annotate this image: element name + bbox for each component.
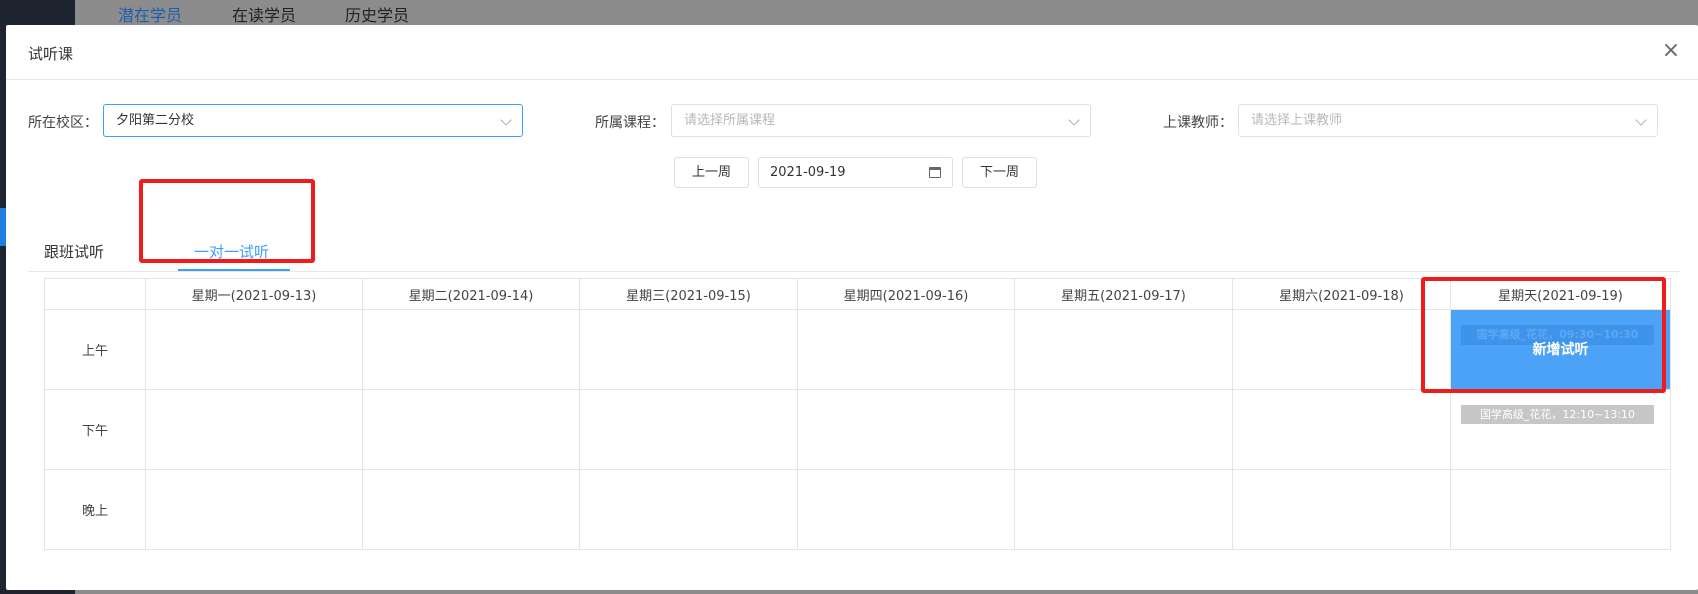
tab-group-trial[interactable]: 跟班试听 bbox=[44, 241, 104, 262]
tab-one-on-one-trial[interactable]: 一对一试听 bbox=[194, 241, 269, 262]
slot-cell[interactable] bbox=[362, 309, 580, 390]
slot-cell[interactable] bbox=[362, 469, 580, 550]
slot-cell[interactable] bbox=[579, 469, 798, 550]
next-week-button[interactable]: 下一周 bbox=[962, 157, 1037, 188]
close-icon[interactable]: × bbox=[1660, 40, 1682, 63]
evening-row: 晚上 bbox=[44, 469, 1671, 550]
dialog-title: 试听课 bbox=[28, 45, 74, 63]
slot-cell[interactable] bbox=[362, 389, 580, 470]
day-header-sat: 星期六(2021-09-18) bbox=[1232, 278, 1451, 310]
course-label: 所属课程： bbox=[595, 115, 665, 131]
slot-cell[interactable] bbox=[797, 309, 1015, 390]
slot-cell[interactable] bbox=[579, 389, 798, 470]
calendar-icon bbox=[929, 167, 941, 178]
campus-label: 所在校区： bbox=[28, 115, 98, 131]
day-header-mon: 星期一(2021-09-13) bbox=[145, 278, 363, 310]
new-trial-button[interactable]: 国学高级_花花，09:30~10:30 新增试听 bbox=[1451, 310, 1670, 389]
day-header-thu: 星期四(2021-09-16) bbox=[797, 278, 1015, 310]
trial-class-dialog: 试听课 × 所在校区： 夕阳第二分校 所属课程： 请选择所属课程 上课教师： 请… bbox=[6, 25, 1698, 590]
day-header-fri: 星期五(2021-09-17) bbox=[1014, 278, 1233, 310]
period-label-afternoon: 下午 bbox=[44, 389, 146, 470]
chevron-down-icon bbox=[1635, 114, 1647, 126]
bg-tab-enrolled[interactable]: 在读学员 bbox=[232, 2, 296, 26]
slot-cell[interactable] bbox=[1232, 389, 1451, 470]
week-date-picker[interactable]: 2021-09-19 bbox=[758, 157, 953, 188]
course-placeholder: 请选择所属课程 bbox=[684, 113, 776, 128]
teacher-label: 上课教师： bbox=[1163, 115, 1233, 131]
chevron-down-icon bbox=[1068, 114, 1080, 126]
slot-cell[interactable] bbox=[1232, 469, 1451, 550]
course-select[interactable]: 请选择所属课程 bbox=[671, 104, 1091, 137]
bg-tab-potential[interactable]: 潜在学员 bbox=[118, 2, 183, 30]
campus-value: 夕阳第二分校 bbox=[116, 113, 195, 128]
new-trial-label: 新增试听 bbox=[1532, 342, 1589, 358]
slot-cell[interactable] bbox=[1014, 389, 1233, 470]
slot-cell[interactable] bbox=[145, 389, 363, 470]
slot-cell[interactable] bbox=[797, 389, 1015, 470]
background-tabbar: 潜在学员 在读学员 历史学员 bbox=[75, 0, 1698, 30]
weekly-calendar: 星期一(2021-09-13) 星期二(2021-09-14) 星期三(2021… bbox=[44, 278, 1671, 550]
corner-cell bbox=[44, 278, 146, 310]
slot-cell[interactable] bbox=[1014, 469, 1233, 550]
prev-week-button[interactable]: 上一周 bbox=[674, 157, 749, 188]
period-label-morning: 上午 bbox=[44, 309, 146, 390]
slot-cell[interactable] bbox=[797, 469, 1015, 550]
morning-row: 上午 国学高级_花花，09:30~10:30 新增试听 bbox=[44, 309, 1671, 390]
campus-select[interactable]: 夕阳第二分校 bbox=[103, 104, 523, 137]
day-header-wed: 星期三(2021-09-15) bbox=[579, 278, 798, 310]
day-header-sun: 星期天(2021-09-19) bbox=[1450, 278, 1671, 310]
slot-cell[interactable] bbox=[579, 309, 798, 390]
trial-type-tabs: 跟班试听 一对一试听 bbox=[28, 211, 1680, 272]
calendar-header-row: 星期一(2021-09-13) 星期二(2021-09-14) 星期三(2021… bbox=[44, 278, 1671, 310]
slot-cell[interactable] bbox=[145, 469, 363, 550]
day-header-tue: 星期二(2021-09-14) bbox=[362, 278, 580, 310]
lesson-chip-afternoon[interactable]: 国学高级_花花，12:10~13:10 bbox=[1461, 405, 1654, 424]
teacher-placeholder: 请选择上课教师 bbox=[1251, 113, 1343, 128]
teacher-select[interactable]: 请选择上课教师 bbox=[1238, 104, 1658, 137]
slot-cell[interactable] bbox=[1014, 309, 1233, 390]
slot-cell[interactable] bbox=[1232, 309, 1451, 390]
slot-cell[interactable] bbox=[1450, 469, 1671, 550]
dialog-header: 试听课 × bbox=[6, 25, 1698, 80]
date-value: 2021-09-19 bbox=[770, 165, 846, 180]
slot-cell[interactable] bbox=[145, 309, 363, 390]
bg-tab-history[interactable]: 历史学员 bbox=[345, 2, 409, 26]
slot-cell-sun-afternoon[interactable]: 国学高级_花花，12:10~13:10 bbox=[1450, 389, 1671, 470]
slot-cell-sun-morning[interactable]: 国学高级_花花，09:30~10:30 新增试听 bbox=[1450, 309, 1671, 390]
afternoon-row: 下午 国学高级_花花，12:10~13:10 bbox=[44, 389, 1671, 470]
active-tab-indicator bbox=[178, 269, 290, 271]
chevron-down-icon bbox=[500, 114, 512, 126]
period-label-evening: 晚上 bbox=[44, 469, 146, 550]
